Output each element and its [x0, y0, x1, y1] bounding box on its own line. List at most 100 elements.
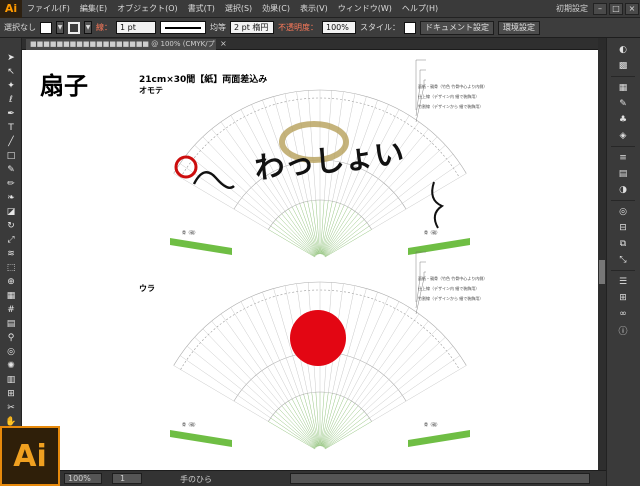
menu-view[interactable]: 表示(V) — [295, 3, 333, 14]
front-fan-right-guard — [408, 238, 470, 255]
pencil-icon[interactable]: ✏ — [4, 178, 18, 190]
maximize-button[interactable]: □ — [609, 2, 623, 15]
graphic-styles-icon[interactable]: ◈ — [616, 130, 630, 142]
artboard-canvas[interactable]: 扇子 21cm×30間【紙】両面差込み オモテ ウラ 面紙・親骨（竹色 竹骨中心… — [22, 50, 598, 470]
warp-icon[interactable]: ≋ — [4, 248, 18, 260]
vertical-scrollbar[interactable] — [598, 50, 606, 470]
back-fan-rib-line — [351, 307, 410, 402]
page-field[interactable] — [112, 473, 142, 484]
menu-type[interactable]: 書式(T) — [183, 3, 220, 14]
artboard-icon[interactable]: ⊞ — [4, 388, 18, 400]
document-tab[interactable]: ■■■■■■■■■■■■■■■■■■ @ 100% (CMYK/プレビュー) — [26, 39, 216, 50]
front-fan-rib-line — [371, 173, 467, 230]
paintbrush-icon[interactable]: ✎ — [4, 164, 18, 176]
menu-effect[interactable]: 効果(C) — [257, 3, 295, 14]
perspective-grid-icon[interactable]: ▦ — [4, 290, 18, 302]
links-icon[interactable]: ∞ — [616, 308, 630, 320]
artboards-icon[interactable]: ⊞ — [616, 292, 630, 304]
info-icon[interactable]: ⓘ — [616, 324, 630, 337]
scroll-thumb[interactable] — [599, 260, 605, 284]
blob-brush-icon[interactable]: ❧ — [4, 192, 18, 204]
type-icon[interactable]: T — [4, 122, 18, 134]
back-fan-rib-line — [343, 296, 389, 398]
artwork-spec: 21cm×30間【紙】両面差込み — [139, 75, 268, 85]
direct-select-arrow-icon[interactable]: ↖ — [4, 66, 18, 78]
symbols-icon[interactable]: ♣ — [616, 114, 630, 126]
horizontal-scrollbar[interactable] — [290, 473, 590, 484]
line-style-preview[interactable] — [160, 21, 206, 34]
eyedropper-icon[interactable]: ⚲ — [4, 332, 18, 344]
document-settings-button[interactable]: ドキュメント設定 — [420, 20, 494, 35]
lasso-icon[interactable]: ℓ — [4, 94, 18, 106]
gradient-panel-icon[interactable]: ▤ — [616, 168, 630, 180]
menu-file[interactable]: ファイル(F) — [22, 3, 75, 14]
symbol-sprayer-icon[interactable]: ✺ — [4, 360, 18, 372]
back-right-rib-label: 骨（親） — [424, 422, 440, 427]
front-fan-stick-line — [272, 222, 316, 257]
preferences-button[interactable]: 環境設定 — [498, 20, 540, 35]
opacity-field[interactable]: 100% — [322, 21, 356, 34]
align-icon[interactable]: ⊟ — [616, 222, 630, 234]
front-label: オモテ — [139, 86, 163, 95]
illustrator-logo-icon: Ai — [0, 426, 60, 486]
shape-builder-icon[interactable]: ⊕ — [4, 276, 18, 288]
close-button[interactable]: × — [625, 2, 639, 15]
front-fan-stick-line — [275, 219, 316, 257]
app-logo-icon: Ai — [0, 0, 22, 18]
fill-dropdown-icon[interactable]: ▼ — [56, 21, 64, 34]
transparency-icon[interactable]: ◑ — [616, 184, 630, 196]
color-panel-icon[interactable]: ◐ — [616, 44, 630, 56]
stroke-dropdown-icon[interactable]: ▼ — [84, 21, 92, 34]
appearance-icon[interactable]: ◎ — [616, 206, 630, 218]
gradient-icon[interactable]: ▤ — [4, 318, 18, 330]
mesh-icon[interactable]: # — [4, 304, 18, 316]
scale-icon[interactable]: ⤢ — [4, 234, 18, 246]
back-fan-stick-line — [320, 392, 325, 447]
transform-icon[interactable]: ⤡ — [616, 254, 630, 266]
rectangle-icon[interactable]: □ — [4, 150, 18, 162]
tools-panel: ➤ ↖ ✦ ℓ ✒ T ╱ □ ✎ ✏ ❧ ◪ ↻ ⤢ ≋ ⬚ ⊕ ▦ # ▤ … — [0, 38, 22, 486]
line-icon[interactable]: ╱ — [4, 136, 18, 148]
artwork-title: 扇子 — [40, 71, 88, 100]
swatches-icon[interactable]: ▦ — [616, 82, 630, 94]
brush-field[interactable]: 2 pt 楕円 — [230, 21, 274, 34]
workspace-preset[interactable]: 初期設定 — [552, 3, 592, 14]
rotate-icon[interactable]: ↻ — [4, 220, 18, 232]
stroke-panel-icon[interactable]: ≡ — [616, 152, 630, 164]
stroke-label[interactable]: 線： — [96, 22, 112, 33]
blend-icon[interactable]: ◎ — [4, 346, 18, 358]
back-fan-stick-line — [272, 414, 316, 449]
layers-icon[interactable]: ☰ — [616, 276, 630, 288]
pen-icon[interactable]: ✒ — [4, 108, 18, 120]
stroke-weight-field[interactable]: 1 pt — [116, 21, 156, 34]
slice-icon[interactable]: ✂ — [4, 402, 18, 414]
eraser-icon[interactable]: ◪ — [4, 206, 18, 218]
menu-select[interactable]: 選択(S) — [220, 3, 257, 14]
opacity-label[interactable]: 不透明度： — [278, 22, 318, 33]
menu-object[interactable]: オブジェクト(O) — [112, 3, 183, 14]
back-fan-rib-line — [361, 328, 438, 409]
magic-wand-icon[interactable]: ✦ — [4, 80, 18, 92]
back-fan-rib-line — [240, 301, 293, 400]
page-value: 1 — [120, 474, 126, 483]
status-bar: 100% 1 手のひら — [0, 470, 606, 486]
column-graph-icon[interactable]: ▥ — [4, 374, 18, 386]
front-fan-stick-line — [321, 201, 333, 255]
back-fan-right-guard — [408, 430, 470, 447]
style-swatch[interactable] — [404, 21, 416, 34]
front-fan-stick-line — [324, 222, 368, 257]
selection-arrow-icon[interactable]: ➤ — [4, 52, 18, 64]
menu-edit[interactable]: 編集(E) — [75, 3, 112, 14]
front-fan-stick-line — [278, 216, 317, 256]
minimize-button[interactable]: – — [593, 2, 607, 15]
fill-swatch[interactable] — [40, 21, 52, 34]
tab-close-icon[interactable]: × — [220, 39, 227, 48]
menu-window[interactable]: ウィンドウ(W) — [333, 3, 397, 14]
menu-help[interactable]: ヘルプ(H) — [397, 3, 443, 14]
free-transform-icon[interactable]: ⬚ — [4, 262, 18, 274]
stroke-swatch[interactable] — [68, 21, 80, 34]
color-guide-icon[interactable]: ▩ — [616, 60, 630, 72]
brushes-icon[interactable]: ✎ — [616, 98, 630, 110]
panel-divider — [611, 200, 635, 201]
pathfinder-icon[interactable]: ⧉ — [616, 238, 630, 250]
